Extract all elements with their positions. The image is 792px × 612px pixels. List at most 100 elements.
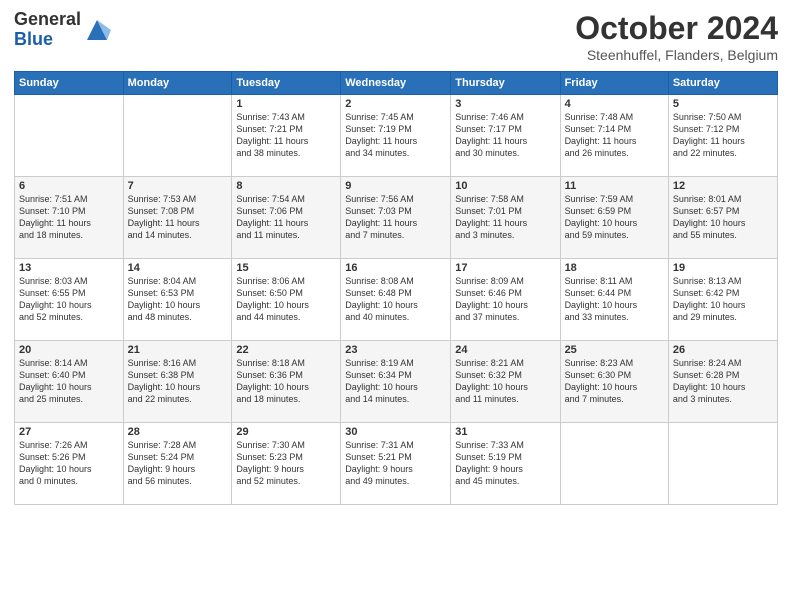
page: General Blue October 2024 Steenhuffel, F… [0,0,792,612]
calendar-cell: 5Sunrise: 7:50 AM Sunset: 7:12 PM Daylig… [668,95,777,177]
day-number: 23 [345,344,446,356]
day-number: 14 [128,262,228,274]
calendar-cell: 31Sunrise: 7:33 AM Sunset: 5:19 PM Dayli… [451,423,560,505]
calendar-cell: 29Sunrise: 7:30 AM Sunset: 5:23 PM Dayli… [232,423,341,505]
day-info: Sunrise: 7:48 AM Sunset: 7:14 PM Dayligh… [565,111,664,160]
day-number: 1 [236,98,336,110]
day-info: Sunrise: 8:11 AM Sunset: 6:44 PM Dayligh… [565,275,664,324]
day-number: 7 [128,180,228,192]
day-number: 21 [128,344,228,356]
day-number: 26 [673,344,773,356]
calendar-header-thursday: Thursday [451,72,560,95]
calendar-week-4: 20Sunrise: 8:14 AM Sunset: 6:40 PM Dayli… [15,341,778,423]
day-info: Sunrise: 7:46 AM Sunset: 7:17 PM Dayligh… [455,111,555,160]
day-number: 28 [128,426,228,438]
day-info: Sunrise: 8:18 AM Sunset: 6:36 PM Dayligh… [236,357,336,406]
day-number: 6 [19,180,119,192]
calendar-cell: 28Sunrise: 7:28 AM Sunset: 5:24 PM Dayli… [123,423,232,505]
day-info: Sunrise: 8:08 AM Sunset: 6:48 PM Dayligh… [345,275,446,324]
calendar-cell: 20Sunrise: 8:14 AM Sunset: 6:40 PM Dayli… [15,341,124,423]
day-info: Sunrise: 8:19 AM Sunset: 6:34 PM Dayligh… [345,357,446,406]
calendar-cell: 13Sunrise: 8:03 AM Sunset: 6:55 PM Dayli… [15,259,124,341]
day-info: Sunrise: 7:33 AM Sunset: 5:19 PM Dayligh… [455,439,555,488]
day-info: Sunrise: 7:31 AM Sunset: 5:21 PM Dayligh… [345,439,446,488]
main-title: October 2024 [575,10,778,47]
calendar-week-1: 1Sunrise: 7:43 AM Sunset: 7:21 PM Daylig… [15,95,778,177]
day-number: 11 [565,180,664,192]
day-info: Sunrise: 7:56 AM Sunset: 7:03 PM Dayligh… [345,193,446,242]
header: General Blue October 2024 Steenhuffel, F… [14,10,778,63]
calendar-cell: 11Sunrise: 7:59 AM Sunset: 6:59 PM Dayli… [560,177,668,259]
calendar-cell: 27Sunrise: 7:26 AM Sunset: 5:26 PM Dayli… [15,423,124,505]
calendar-week-2: 6Sunrise: 7:51 AM Sunset: 7:10 PM Daylig… [15,177,778,259]
day-number: 16 [345,262,446,274]
day-info: Sunrise: 7:59 AM Sunset: 6:59 PM Dayligh… [565,193,664,242]
calendar-header-sunday: Sunday [15,72,124,95]
calendar-cell: 9Sunrise: 7:56 AM Sunset: 7:03 PM Daylig… [341,177,451,259]
logo-icon [83,16,111,44]
day-info: Sunrise: 7:43 AM Sunset: 7:21 PM Dayligh… [236,111,336,160]
calendar-header-saturday: Saturday [668,72,777,95]
calendar-cell: 1Sunrise: 7:43 AM Sunset: 7:21 PM Daylig… [232,95,341,177]
day-number: 22 [236,344,336,356]
calendar-cell: 8Sunrise: 7:54 AM Sunset: 7:06 PM Daylig… [232,177,341,259]
calendar-cell [560,423,668,505]
calendar-header-friday: Friday [560,72,668,95]
logo-text: General Blue [14,10,81,50]
day-info: Sunrise: 8:21 AM Sunset: 6:32 PM Dayligh… [455,357,555,406]
calendar-table: SundayMondayTuesdayWednesdayThursdayFrid… [14,71,778,505]
day-info: Sunrise: 8:04 AM Sunset: 6:53 PM Dayligh… [128,275,228,324]
day-info: Sunrise: 8:16 AM Sunset: 6:38 PM Dayligh… [128,357,228,406]
day-number: 27 [19,426,119,438]
calendar-cell: 21Sunrise: 8:16 AM Sunset: 6:38 PM Dayli… [123,341,232,423]
calendar-cell: 12Sunrise: 8:01 AM Sunset: 6:57 PM Dayli… [668,177,777,259]
calendar-cell: 2Sunrise: 7:45 AM Sunset: 7:19 PM Daylig… [341,95,451,177]
subtitle: Steenhuffel, Flanders, Belgium [575,47,778,63]
day-number: 8 [236,180,336,192]
day-number: 29 [236,426,336,438]
calendar-header-monday: Monday [123,72,232,95]
calendar-cell [15,95,124,177]
calendar-header-wednesday: Wednesday [341,72,451,95]
day-number: 25 [565,344,664,356]
calendar-week-5: 27Sunrise: 7:26 AM Sunset: 5:26 PM Dayli… [15,423,778,505]
logo-general: General [14,10,81,30]
calendar-cell: 10Sunrise: 7:58 AM Sunset: 7:01 PM Dayli… [451,177,560,259]
day-number: 12 [673,180,773,192]
calendar-cell: 14Sunrise: 8:04 AM Sunset: 6:53 PM Dayli… [123,259,232,341]
calendar-cell: 22Sunrise: 8:18 AM Sunset: 6:36 PM Dayli… [232,341,341,423]
day-number: 17 [455,262,555,274]
day-info: Sunrise: 7:28 AM Sunset: 5:24 PM Dayligh… [128,439,228,488]
calendar-header-tuesday: Tuesday [232,72,341,95]
day-info: Sunrise: 8:03 AM Sunset: 6:55 PM Dayligh… [19,275,119,324]
day-info: Sunrise: 7:45 AM Sunset: 7:19 PM Dayligh… [345,111,446,160]
day-number: 3 [455,98,555,110]
day-number: 31 [455,426,555,438]
calendar-cell: 15Sunrise: 8:06 AM Sunset: 6:50 PM Dayli… [232,259,341,341]
calendar-header-row: SundayMondayTuesdayWednesdayThursdayFrid… [15,72,778,95]
day-info: Sunrise: 8:06 AM Sunset: 6:50 PM Dayligh… [236,275,336,324]
calendar-cell: 23Sunrise: 8:19 AM Sunset: 6:34 PM Dayli… [341,341,451,423]
calendar-cell: 19Sunrise: 8:13 AM Sunset: 6:42 PM Dayli… [668,259,777,341]
logo: General Blue [14,10,111,50]
day-info: Sunrise: 7:50 AM Sunset: 7:12 PM Dayligh… [673,111,773,160]
calendar-week-3: 13Sunrise: 8:03 AM Sunset: 6:55 PM Dayli… [15,259,778,341]
day-number: 10 [455,180,555,192]
day-number: 30 [345,426,446,438]
day-info: Sunrise: 7:53 AM Sunset: 7:08 PM Dayligh… [128,193,228,242]
day-number: 4 [565,98,664,110]
logo-blue: Blue [14,30,81,50]
day-info: Sunrise: 8:23 AM Sunset: 6:30 PM Dayligh… [565,357,664,406]
calendar-cell: 25Sunrise: 8:23 AM Sunset: 6:30 PM Dayli… [560,341,668,423]
day-number: 24 [455,344,555,356]
calendar-cell: 24Sunrise: 8:21 AM Sunset: 6:32 PM Dayli… [451,341,560,423]
day-info: Sunrise: 8:24 AM Sunset: 6:28 PM Dayligh… [673,357,773,406]
calendar-cell: 17Sunrise: 8:09 AM Sunset: 6:46 PM Dayli… [451,259,560,341]
calendar-cell: 3Sunrise: 7:46 AM Sunset: 7:17 PM Daylig… [451,95,560,177]
calendar-cell: 6Sunrise: 7:51 AM Sunset: 7:10 PM Daylig… [15,177,124,259]
day-info: Sunrise: 7:54 AM Sunset: 7:06 PM Dayligh… [236,193,336,242]
calendar-cell: 4Sunrise: 7:48 AM Sunset: 7:14 PM Daylig… [560,95,668,177]
title-block: October 2024 Steenhuffel, Flanders, Belg… [575,10,778,63]
day-number: 5 [673,98,773,110]
day-number: 18 [565,262,664,274]
